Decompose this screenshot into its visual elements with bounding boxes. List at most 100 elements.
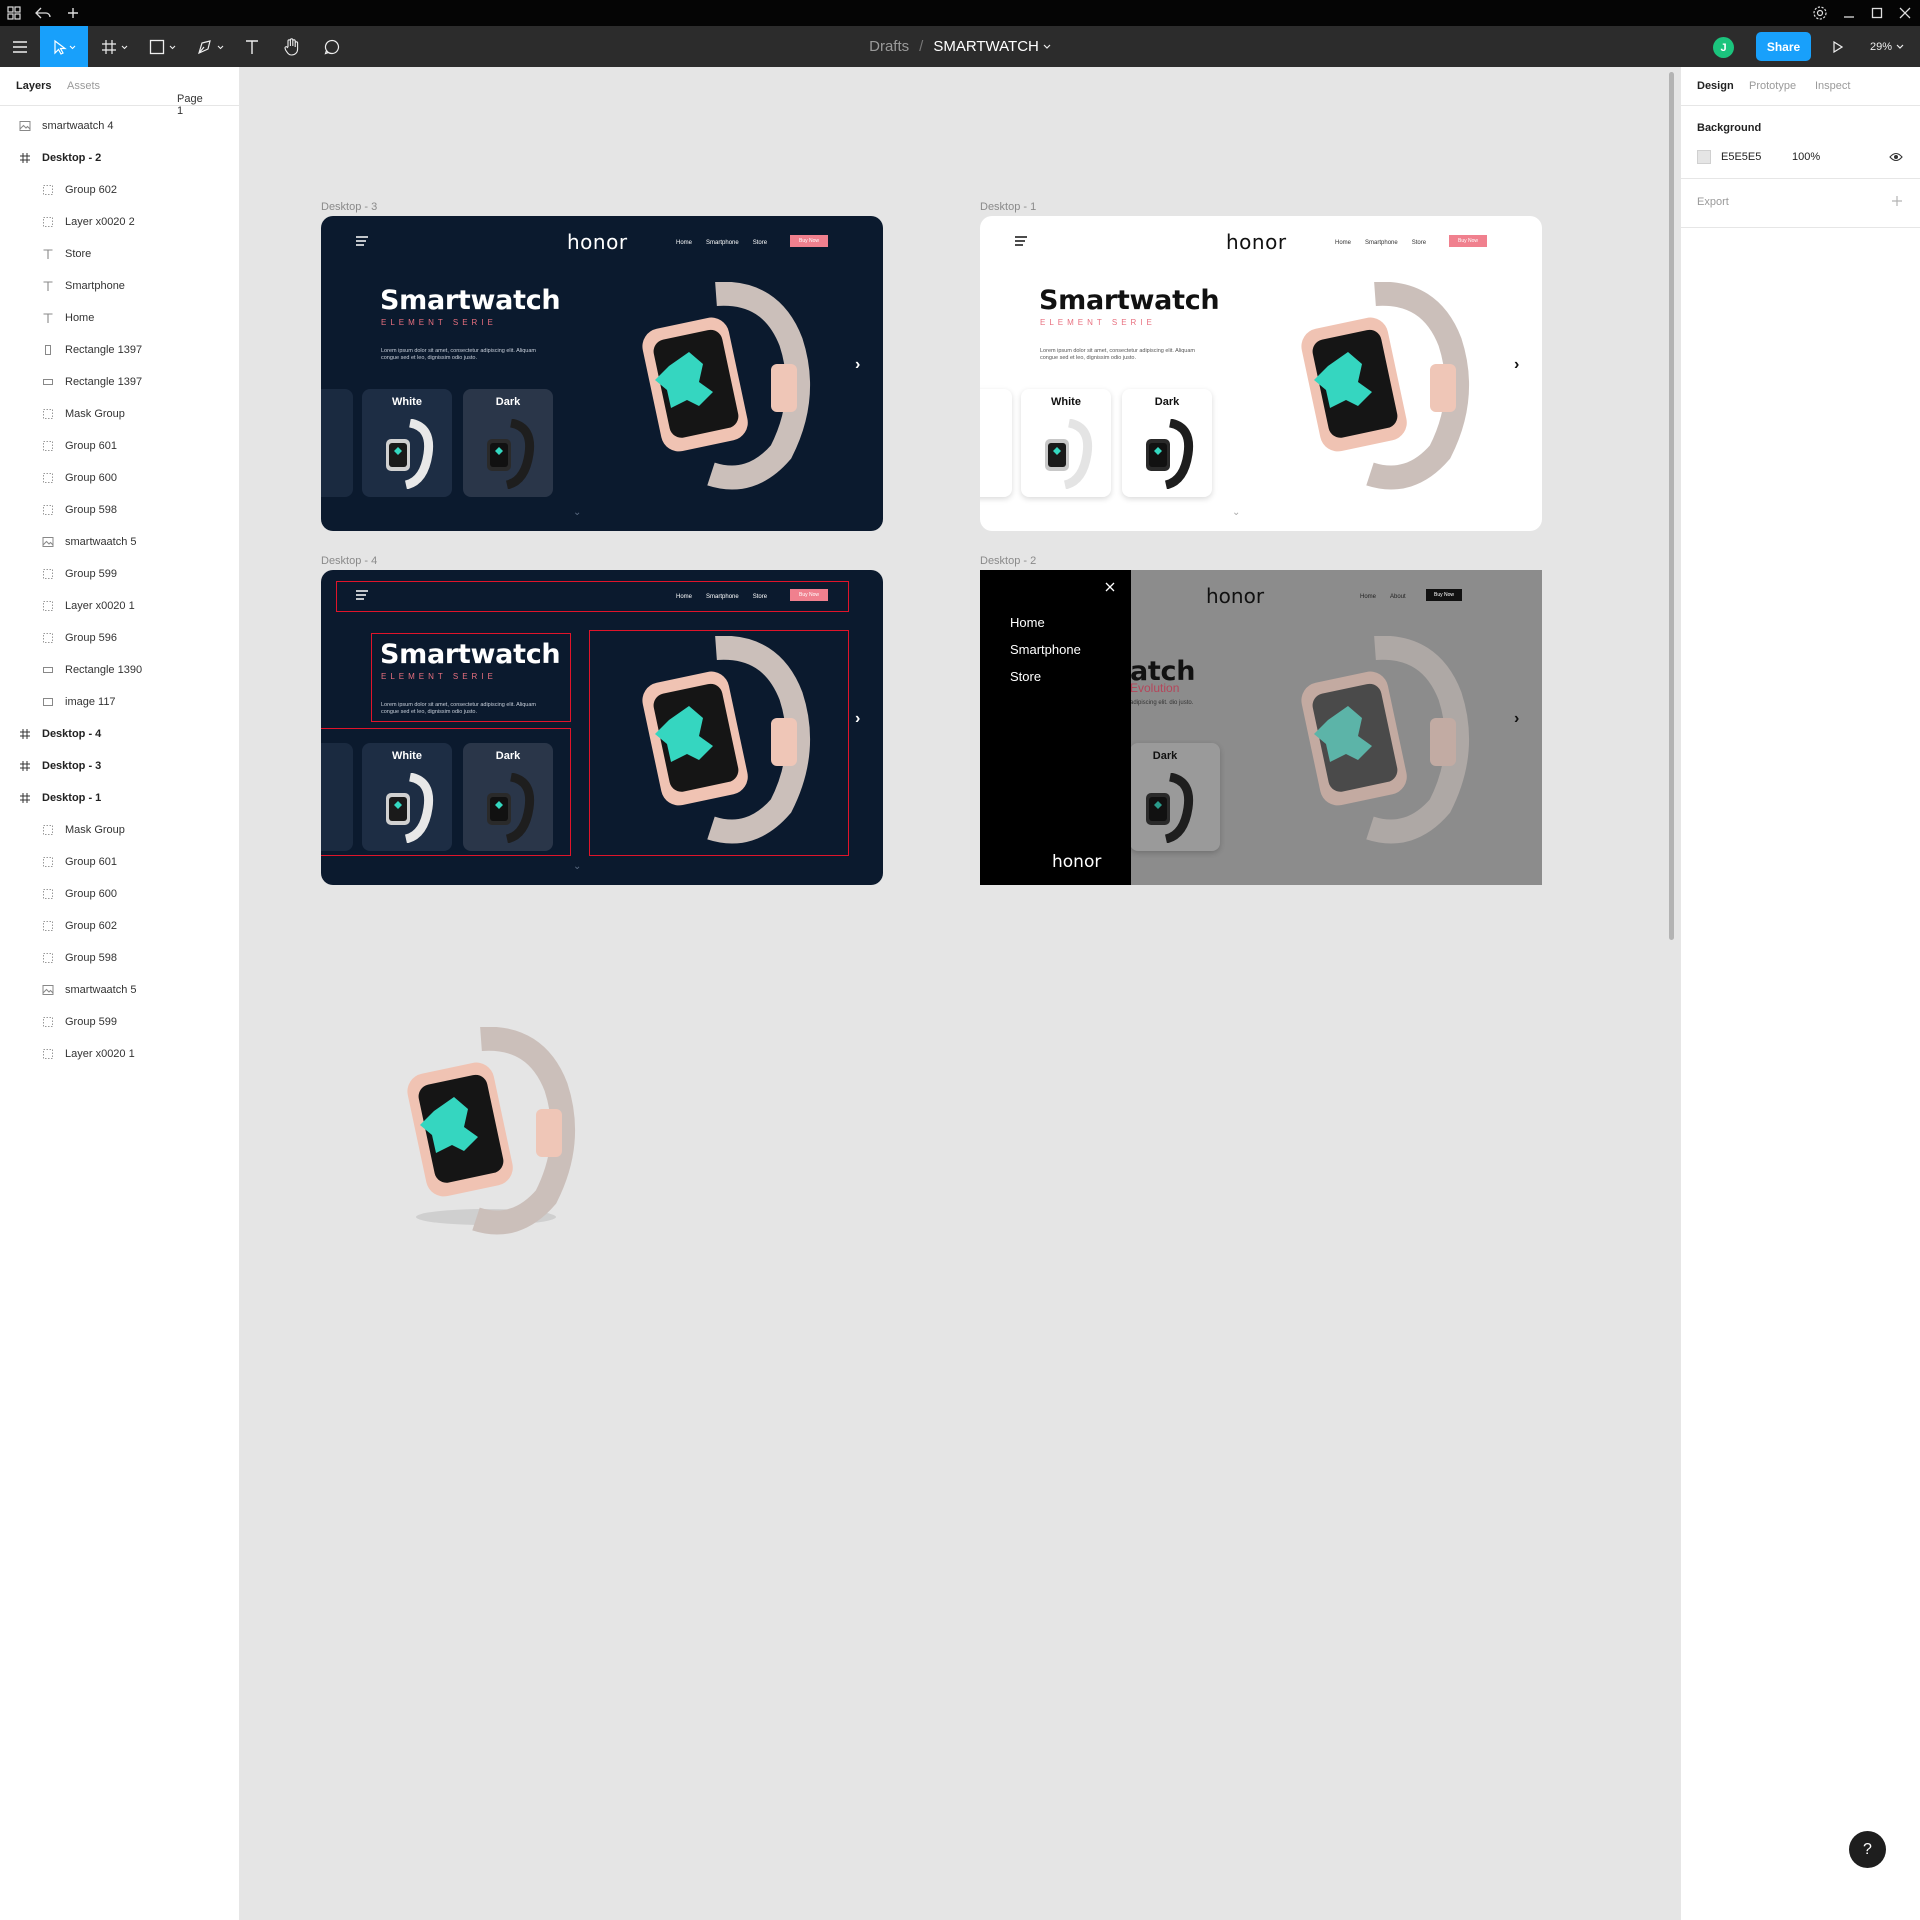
color-card-partial[interactable] xyxy=(321,743,353,851)
layer-row[interactable]: Group 602 xyxy=(0,174,239,206)
smartwatch-image-asset[interactable] xyxy=(386,1027,586,1237)
layer-row[interactable]: smartwaatch 5 xyxy=(0,974,239,1006)
tab-inspect[interactable]: Inspect xyxy=(1815,80,1850,92)
color-card-white[interactable]: White xyxy=(362,743,452,851)
add-export-icon[interactable] xyxy=(1891,195,1903,207)
grid-icon[interactable] xyxy=(5,4,23,22)
nav-item-home[interactable]: Home xyxy=(676,594,692,600)
layer-row[interactable]: Smartphone xyxy=(0,270,239,302)
layer-row[interactable]: smartwaatch 4 xyxy=(0,110,239,142)
layer-row[interactable]: Group 601 xyxy=(0,430,239,462)
buy-now-button[interactable]: Buy Now xyxy=(1426,589,1462,601)
plus-icon[interactable] xyxy=(64,4,82,22)
settings-icon[interactable] xyxy=(1811,4,1829,22)
comment-tool-icon[interactable] xyxy=(316,26,348,67)
layer-row[interactable]: Layer x0020 1 xyxy=(0,590,239,622)
color-card-white[interactable]: White xyxy=(1021,389,1111,497)
buy-now-button[interactable]: Buy Now xyxy=(790,235,828,247)
frame-label-desktop-3[interactable]: Desktop - 3 xyxy=(321,201,377,213)
chevron-right-icon[interactable]: › xyxy=(855,710,860,728)
chevron-right-icon[interactable]: › xyxy=(1514,710,1519,728)
file-name[interactable]: SMARTWATCH xyxy=(933,38,1039,55)
frame-tool-icon[interactable] xyxy=(96,26,136,67)
color-card-dark[interactable]: Dark xyxy=(1130,743,1220,851)
hamburger-icon[interactable] xyxy=(355,236,369,246)
color-card-partial[interactable] xyxy=(980,389,1012,497)
layer-row[interactable]: Group 602 xyxy=(0,910,239,942)
nav-item-home[interactable]: Home xyxy=(1335,240,1351,246)
nav-item-about[interactable]: About xyxy=(1390,594,1406,600)
side-menu-item-smartphone[interactable]: Smartphone xyxy=(1010,636,1081,663)
background-color-swatch[interactable] xyxy=(1697,150,1711,164)
layer-row[interactable]: Group 601 xyxy=(0,846,239,878)
layer-row[interactable]: smartwaatch 5 xyxy=(0,526,239,558)
chevron-down-icon[interactable]: ⌄ xyxy=(573,507,581,518)
layer-row[interactable]: Desktop - 1 xyxy=(0,782,239,814)
chevron-right-icon[interactable]: › xyxy=(855,356,860,374)
hamburger-icon[interactable] xyxy=(1014,236,1028,246)
tab-assets[interactable]: Assets xyxy=(67,80,100,92)
nav-item-home[interactable]: Home xyxy=(1360,594,1376,600)
hand-tool-icon[interactable] xyxy=(276,26,308,67)
nav-item-smartphone[interactable]: Smartphone xyxy=(1365,240,1398,246)
minimize-icon[interactable] xyxy=(1840,4,1858,22)
frame-label-desktop-2[interactable]: Desktop - 2 xyxy=(980,555,1036,567)
canvas[interactable]: Desktop - 3 honor Home Smartphone Store … xyxy=(241,67,1679,1920)
breadcrumb-drafts[interactable]: Drafts xyxy=(869,38,909,55)
buy-now-button[interactable]: Buy Now xyxy=(1449,235,1487,247)
zoom-selector[interactable]: 29% xyxy=(1862,26,1912,67)
layer-row[interactable]: Desktop - 3 xyxy=(0,750,239,782)
frame-desktop-4[interactable]: Home Smartphone Store Buy Now Smartwatch… xyxy=(321,570,883,885)
layer-row[interactable]: Layer x0020 2 xyxy=(0,206,239,238)
frame-desktop-1[interactable]: honor Home Smartphone Store Buy Now Smar… xyxy=(980,216,1542,531)
help-button[interactable]: ? xyxy=(1849,1831,1886,1868)
tab-prototype[interactable]: Prototype xyxy=(1749,80,1796,92)
layer-row[interactable]: Group 598 xyxy=(0,942,239,974)
close-icon[interactable] xyxy=(1105,582,1115,592)
layer-row[interactable]: Rectangle 1390 xyxy=(0,654,239,686)
nav-item-home[interactable]: Home xyxy=(676,240,692,246)
nav-item-store[interactable]: Store xyxy=(753,240,767,246)
frame-label-desktop-1[interactable]: Desktop - 1 xyxy=(980,201,1036,213)
tab-design[interactable]: Design xyxy=(1697,80,1734,92)
layer-row[interactable]: Group 598 xyxy=(0,494,239,526)
nav-item-smartphone[interactable]: Smartphone xyxy=(706,240,739,246)
nav-item-smartphone[interactable]: Smartphone xyxy=(706,594,739,600)
layer-row[interactable]: Mask Group xyxy=(0,398,239,430)
frame-desktop-2[interactable]: honor Home About Buy Now atch Evolution … xyxy=(980,570,1542,885)
layer-row[interactable]: Desktop - 2 xyxy=(0,142,239,174)
hamburger-icon[interactable] xyxy=(355,590,369,600)
layer-row[interactable]: Mask Group xyxy=(0,814,239,846)
layer-row[interactable]: Rectangle 1397 xyxy=(0,366,239,398)
pen-tool-icon[interactable] xyxy=(192,26,232,67)
layer-row[interactable]: Home xyxy=(0,302,239,334)
layer-row[interactable]: Desktop - 4 xyxy=(0,718,239,750)
layer-row[interactable]: Group 600 xyxy=(0,878,239,910)
close-icon[interactable] xyxy=(1896,4,1914,22)
layer-row[interactable]: Group 599 xyxy=(0,1006,239,1038)
color-card-partial[interactable] xyxy=(321,389,353,497)
frame-desktop-3[interactable]: honor Home Smartphone Store Buy Now Smar… xyxy=(321,216,883,531)
layer-row[interactable]: image 117 xyxy=(0,686,239,718)
color-card-dark[interactable]: Dark xyxy=(463,389,553,497)
layer-row[interactable]: Group 599 xyxy=(0,558,239,590)
move-tool-icon[interactable] xyxy=(40,26,88,67)
side-menu-item-home[interactable]: Home xyxy=(1010,609,1081,636)
text-tool-icon[interactable] xyxy=(236,26,268,67)
share-button[interactable]: Share xyxy=(1756,32,1811,61)
layer-row[interactable]: Group 596 xyxy=(0,622,239,654)
chevron-right-icon[interactable]: › xyxy=(1514,356,1519,374)
color-card-white[interactable]: White xyxy=(362,389,452,497)
layer-row[interactable]: Store xyxy=(0,238,239,270)
chevron-down-icon[interactable]: ⌄ xyxy=(1232,507,1240,518)
eye-icon[interactable] xyxy=(1889,151,1903,163)
menu-icon[interactable] xyxy=(0,26,40,67)
background-hex-input[interactable]: E5E5E5 xyxy=(1721,151,1761,163)
canvas-scrollbar[interactable] xyxy=(1669,72,1674,940)
frame-label-desktop-4[interactable]: Desktop - 4 xyxy=(321,555,377,567)
side-menu-item-store[interactable]: Store xyxy=(1010,663,1081,690)
shape-tool-icon[interactable] xyxy=(144,26,184,67)
present-play-icon[interactable] xyxy=(1827,26,1849,67)
nav-item-store[interactable]: Store xyxy=(1412,240,1426,246)
color-card-dark[interactable]: Dark xyxy=(463,743,553,851)
